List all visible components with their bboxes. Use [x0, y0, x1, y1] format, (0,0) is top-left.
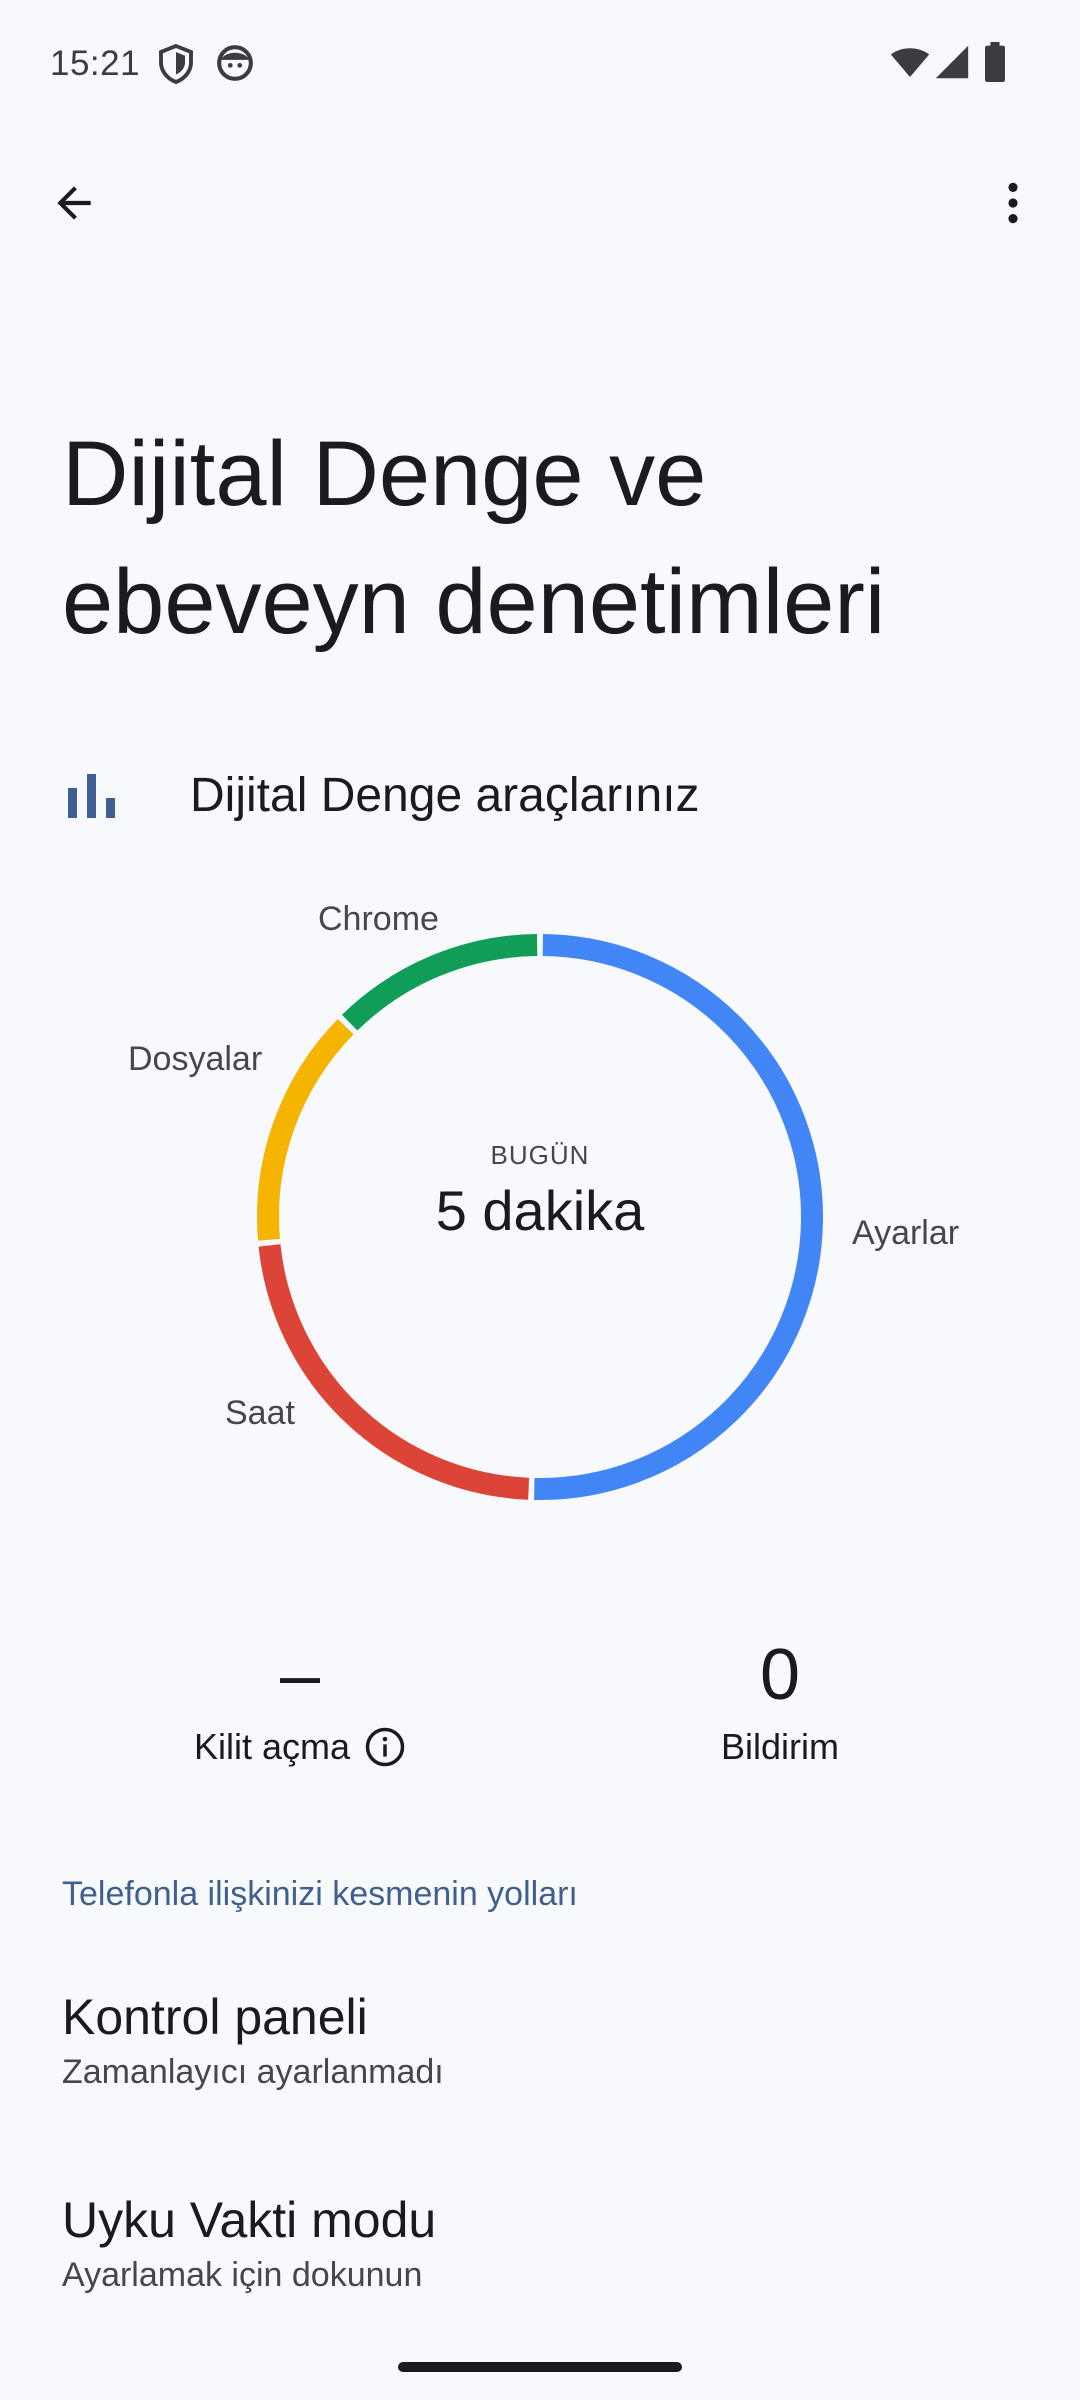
unlocks-value: – [279, 1635, 321, 1715]
list-item-dashboard[interactable]: Kontrol paneli Zamanlayıcı ayarlanmadı [62, 1985, 1022, 2092]
slice-label-saat: Saat [225, 1394, 295, 1432]
list-item-bedtime-mode[interactable]: Uyku Vakti modu Ayarlamak için dokunun [62, 2188, 1022, 2295]
list-item-subtitle: Zamanlayıcı ayarlanmadı [62, 2053, 444, 2091]
list-item-title: Kontrol paneli [62, 1989, 368, 2045]
status-time: 15:21 [50, 44, 141, 83]
wifi-icon [890, 44, 930, 85]
notifications-stat[interactable]: 0 Bildirim [600, 1630, 960, 1768]
slice-dosyalar[interactable] [257, 1018, 354, 1241]
status-bar: 15:21 [0, 0, 1080, 130]
page-title-line1: Dijital Denge ve [62, 423, 707, 525]
section-header-disconnect: Telefonla ilişkinizi kesmenin yolları [62, 1875, 578, 1913]
shield-icon [158, 43, 194, 89]
slice-label-dosyalar: Dosyalar [128, 1040, 263, 1078]
info-icon[interactable] [364, 1726, 406, 1768]
arrow-back-icon [57, 186, 91, 220]
page-title: Dijital Denge ve ebeveyn denetimleri [62, 410, 1042, 666]
slice-label-ayarlar: Ayarlar [852, 1214, 960, 1252]
screen: 15:21 Dijital Denge ve ebeveyn denetimle… [0, 0, 1080, 2400]
notifications-value: 0 [759, 1635, 801, 1715]
battery-icon [984, 42, 1006, 87]
slice-saat[interactable] [258, 1244, 530, 1500]
list-item-title: Uyku Vakti modu [62, 2192, 437, 2248]
cell-signal-icon [934, 44, 970, 85]
list-item-subtitle: Ayarlamak için dokunun [62, 2256, 423, 2294]
back-button[interactable] [36, 165, 112, 241]
unlocks-stat[interactable]: – Kilit açma [120, 1630, 480, 1768]
page-title-line2: ebeveyn denetimleri [62, 551, 886, 653]
face-icon [216, 44, 254, 87]
tools-header-label: Dijital Denge araçlarınız [190, 768, 700, 822]
notifications-label: Bildirim [720, 1726, 839, 1767]
more-options-button[interactable] [975, 165, 1051, 241]
bar-chart-icon [68, 774, 115, 818]
unlocks-label-row: Kilit açma [194, 1726, 406, 1768]
slice-label-chrome: Chrome [318, 900, 439, 938]
unlocks-label: Kilit açma [193, 1726, 351, 1767]
chart-center-caption: BUGÜN [490, 1140, 590, 1170]
more-vert-icon [1008, 182, 1018, 224]
slice-chrome[interactable] [341, 934, 538, 1031]
gesture-nav-handle[interactable] [398, 2362, 682, 2372]
digital-wellbeing-tools-header[interactable]: Dijital Denge araçlarınız [62, 760, 1022, 830]
chart-center-value: 5 dakika [435, 1179, 645, 1242]
